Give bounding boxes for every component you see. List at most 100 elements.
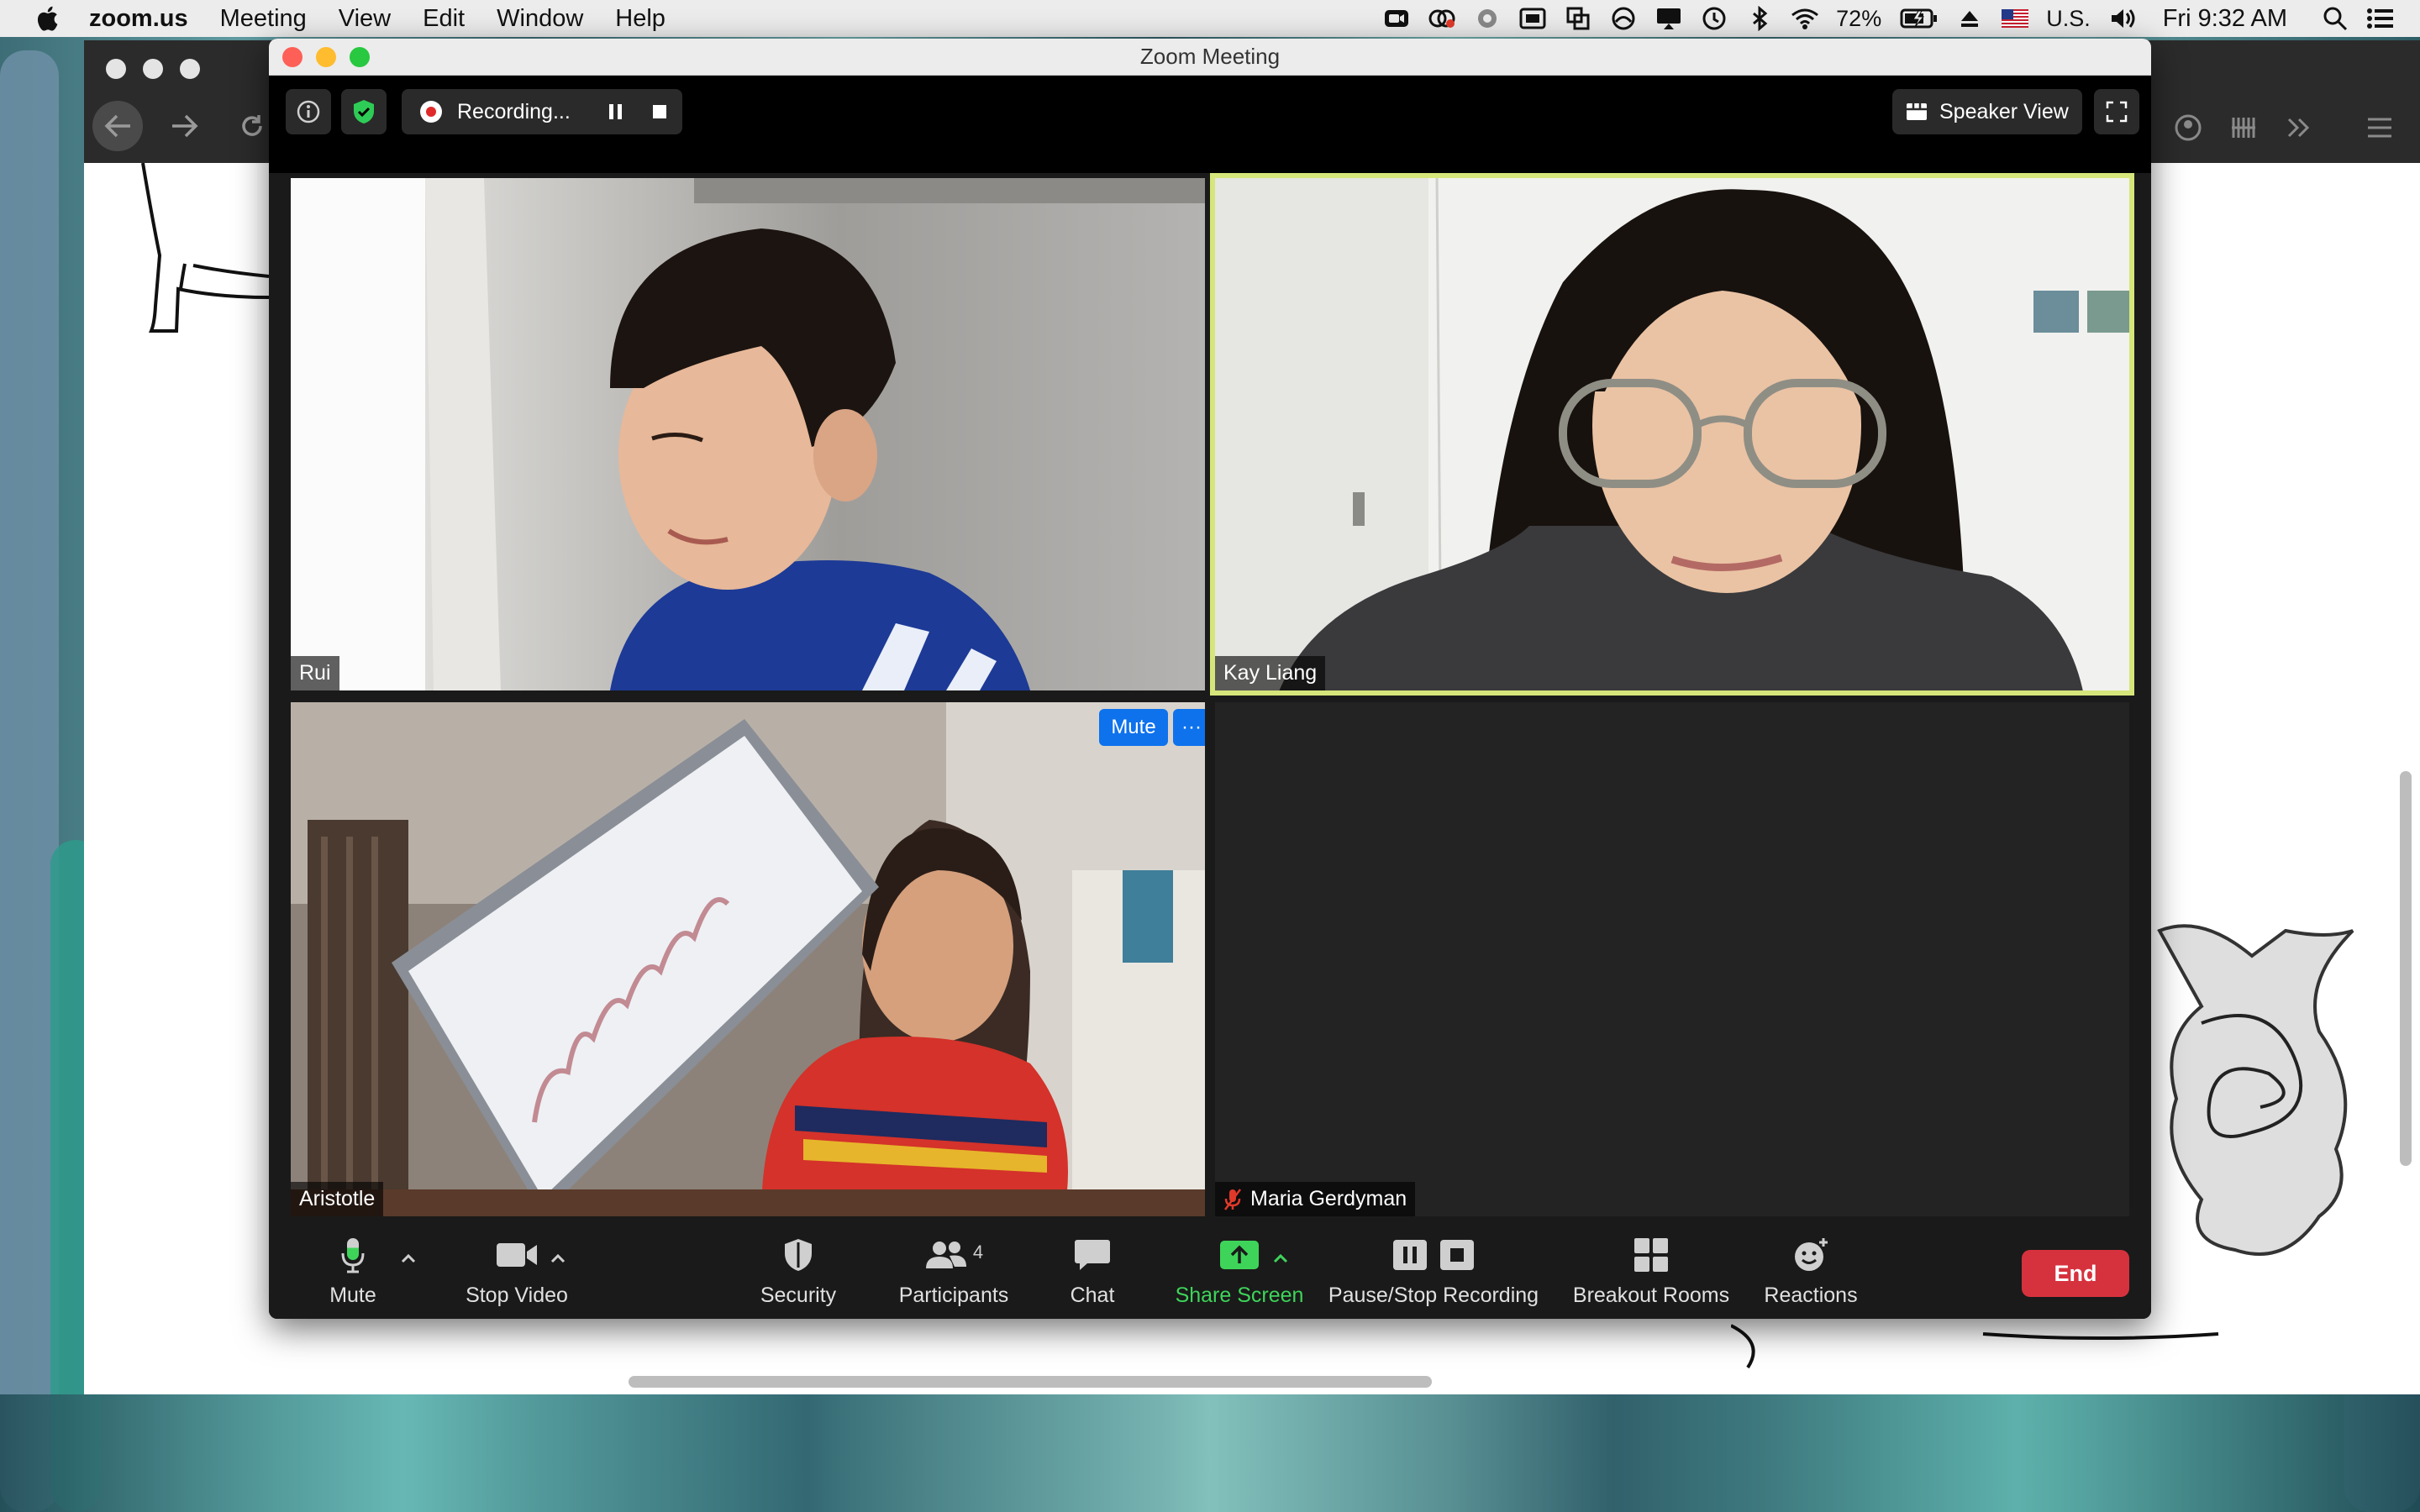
apple-menu-icon[interactable] — [34, 3, 64, 34]
browser-nav — [92, 101, 277, 151]
battery-charging-icon[interactable] — [1900, 6, 1939, 31]
menu-window[interactable]: Window — [497, 5, 583, 33]
chat-label: Chat — [1070, 1284, 1115, 1307]
video-tile-aristotle[interactable]: Mute ··· Aristotle — [291, 702, 1205, 1216]
breakout-rooms-label: Breakout Rooms — [1572, 1284, 1730, 1307]
zoom-close-button[interactable] — [282, 47, 302, 67]
notification-center-icon[interactable] — [2366, 6, 2395, 31]
eject-icon[interactable] — [1955, 6, 1984, 31]
muted-mic-icon — [1224, 1188, 1241, 1210]
browser-minimize-button[interactable] — [143, 59, 163, 79]
participant-video-aristotle — [291, 702, 1205, 1216]
menu-app-name[interactable]: zoom.us — [89, 5, 188, 33]
zoom-title-bar[interactable]: Zoom Meeting — [269, 39, 2151, 76]
meeting-info-button[interactable] — [286, 89, 331, 134]
menu-meeting[interactable]: Meeting — [220, 5, 307, 33]
zoom-minimize-button[interactable] — [316, 47, 336, 67]
green-shield-icon — [354, 100, 374, 123]
video-options-caret-icon[interactable] — [548, 1248, 568, 1268]
encryption-shield-button[interactable] — [341, 89, 387, 134]
page-sketch-drawing-right — [2157, 924, 2354, 1256]
battery-percent: 72% — [1836, 5, 1882, 31]
us-flag-icon[interactable] — [2001, 6, 2029, 31]
microphone-icon — [341, 1238, 365, 1273]
pause-stop-recording-button[interactable]: Pause/Stop Recording — [1307, 1230, 1560, 1319]
participants-label: Participants — [898, 1284, 1009, 1307]
participant-name-label: Rui — [299, 661, 331, 685]
spotlight-search-icon[interactable] — [2321, 6, 2349, 31]
overflow-chevron-icon[interactable] — [2284, 113, 2314, 143]
browser-close-button[interactable] — [106, 59, 126, 79]
video-tile-kay-liang[interactable]: Kay Liang — [1210, 173, 2134, 696]
video-tile-maria-gerdyman[interactable]: Maria Gerdyman — [1215, 702, 2129, 1216]
pause-recording-toolbar-icon — [1393, 1240, 1427, 1270]
participant-name-aristotle: Aristotle — [291, 1182, 384, 1216]
vertical-scrollbar[interactable] — [2400, 771, 2412, 1166]
input-source-label[interactable]: U.S. — [2046, 6, 2091, 32]
wifi-icon[interactable] — [1791, 6, 1819, 31]
participants-count: 4 — [972, 1242, 984, 1263]
macos-menubar: zoom.us Meeting View Edit Window Help 72… — [0, 0, 2420, 37]
horizontal-scrollbar[interactable] — [629, 1376, 1432, 1388]
participant-name-label: Maria Gerdyman — [1250, 1187, 1407, 1210]
mute-button[interactable]: Mute — [311, 1230, 395, 1319]
share-options-caret-icon[interactable] — [1270, 1248, 1291, 1268]
share-screen-button[interactable]: Share Screen — [1151, 1230, 1328, 1319]
window-switch-icon[interactable] — [1564, 6, 1592, 31]
hamburger-menu-icon[interactable] — [2365, 113, 2395, 143]
fullscreen-button[interactable] — [2094, 89, 2139, 134]
menu-edit[interactable]: Edit — [423, 5, 465, 33]
browser-zoom-button[interactable] — [180, 59, 200, 79]
recording-indicator: Recording... — [402, 89, 682, 134]
screen-icon[interactable] — [1518, 6, 1547, 31]
participant-name-label: Kay Liang — [1223, 661, 1318, 685]
account-icon[interactable] — [2173, 113, 2203, 143]
zoom-maximize-button[interactable] — [350, 47, 370, 67]
participant-name-kay-liang: Kay Liang — [1215, 656, 1326, 690]
stop-recording-toolbar-icon — [1440, 1240, 1474, 1270]
end-meeting-button[interactable]: End — [2022, 1250, 2129, 1297]
creative-cloud-icon[interactable] — [1428, 6, 1456, 31]
video-tile-rui[interactable]: Rui — [291, 178, 1205, 690]
library-icon[interactable] — [2228, 113, 2259, 143]
stop-recording-icon[interactable] — [645, 97, 674, 126]
zoom-tray-icon[interactable] — [1382, 6, 1411, 31]
fullscreen-icon — [2106, 101, 2128, 123]
share-screen-icon — [1220, 1241, 1259, 1269]
mute-label: Mute — [329, 1284, 376, 1307]
recording-dot-icon — [420, 101, 442, 123]
tile-mute-button[interactable]: Mute — [1099, 709, 1168, 746]
menubar-clock[interactable]: Fri 9:32 AM — [2163, 5, 2287, 33]
time-machine-icon[interactable] — [1700, 6, 1728, 31]
security-button[interactable]: Security — [748, 1230, 849, 1319]
pause-recording-icon[interactable] — [602, 97, 630, 126]
speaker-view-button[interactable]: Speaker View — [1892, 89, 2082, 134]
tile-more-options-button[interactable]: ··· — [1173, 709, 1205, 746]
page-sketch-drawing-left — [141, 163, 270, 333]
forward-arrow-icon[interactable] — [160, 101, 210, 151]
circle-slash-icon[interactable] — [1609, 6, 1638, 31]
view-mode-label: Speaker View — [1939, 99, 2069, 123]
airplay-display-icon[interactable] — [1655, 6, 1683, 31]
stop-video-button[interactable]: Stop Video — [437, 1230, 597, 1319]
chat-button[interactable]: Chat — [1050, 1230, 1134, 1319]
browser-window-controls — [106, 59, 200, 79]
audio-options-caret-icon[interactable] — [398, 1248, 418, 1268]
security-shield-icon — [785, 1239, 812, 1271]
reactions-button[interactable]: Reactions — [1748, 1230, 1874, 1319]
browser-toolbar-right — [2118, 113, 2420, 143]
back-arrow-icon[interactable] — [92, 101, 143, 151]
breakout-rooms-button[interactable]: Breakout Rooms — [1563, 1230, 1739, 1319]
sync-icon[interactable] — [1473, 6, 1502, 31]
recording-label: Recording... — [457, 99, 571, 123]
volume-icon[interactable] — [2109, 6, 2138, 31]
participants-button[interactable]: 4 Participants — [874, 1230, 1034, 1319]
reactions-label: Reactions — [1764, 1284, 1858, 1307]
zoom-window-controls — [282, 47, 370, 67]
page-sketch-drawing-bottom — [1731, 1324, 2219, 1369]
menu-view[interactable]: View — [339, 5, 391, 33]
chat-bubble-icon — [1075, 1240, 1110, 1270]
participant-name-label: Aristotle — [299, 1187, 376, 1210]
menu-help[interactable]: Help — [615, 5, 666, 33]
bluetooth-icon[interactable] — [1745, 6, 1774, 31]
